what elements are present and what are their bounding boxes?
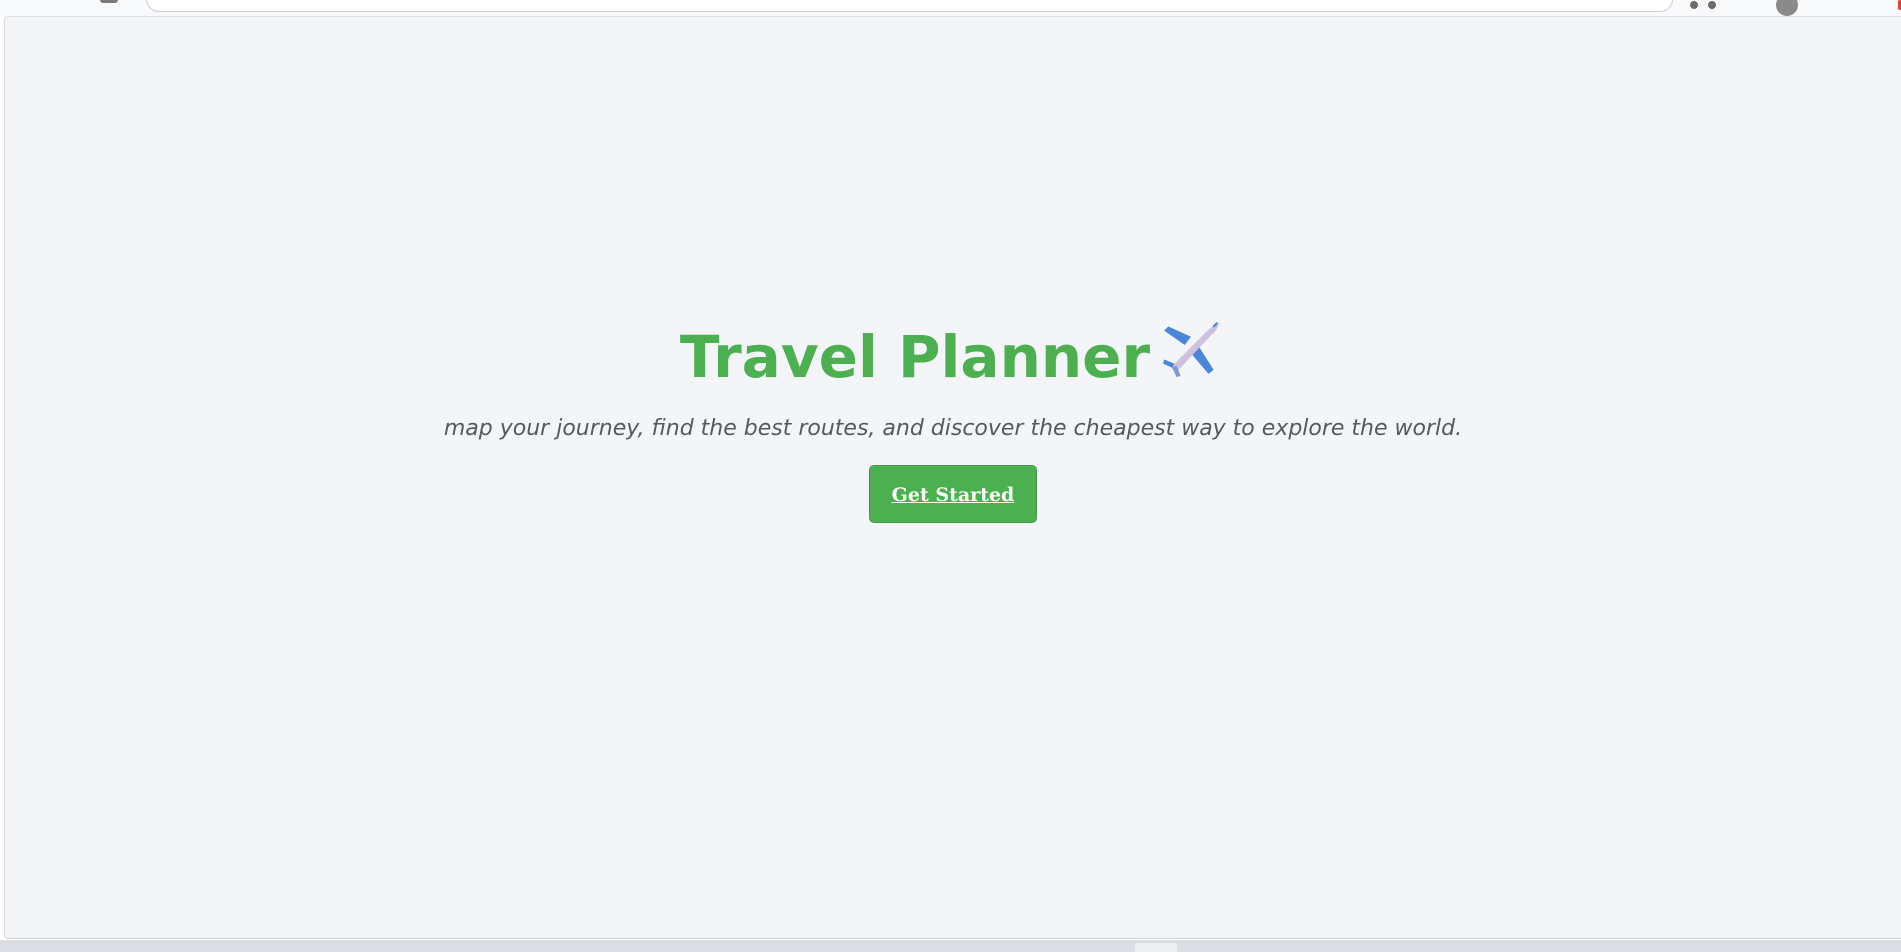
- extension-icon[interactable]: [1708, 1, 1716, 9]
- hero-subtitle: map your journey, find the best routes, …: [443, 415, 1463, 441]
- page-title: Travel Planner: [5, 317, 1901, 404]
- taskbar: [0, 940, 1901, 952]
- airplane-icon: [1160, 312, 1226, 398]
- extension-icon[interactable]: [1690, 1, 1698, 9]
- profile-avatar-icon[interactable]: [1776, 0, 1798, 16]
- address-bar[interactable]: [146, 0, 1673, 12]
- browser-tab-edge[interactable]: [100, 0, 118, 3]
- taskbar-item[interactable]: [1135, 943, 1177, 952]
- get-started-button[interactable]: Get Started: [869, 464, 1037, 523]
- page-title-text: Travel Planner: [679, 323, 1151, 391]
- browser-toolbar-icons: [1690, 0, 1901, 16]
- page-viewport: Travel Planner map your journey, find th…: [4, 16, 1901, 939]
- hero-section: Travel Planner map your journey, find th…: [5, 317, 1901, 523]
- browser-toolbar: [0, 0, 1901, 16]
